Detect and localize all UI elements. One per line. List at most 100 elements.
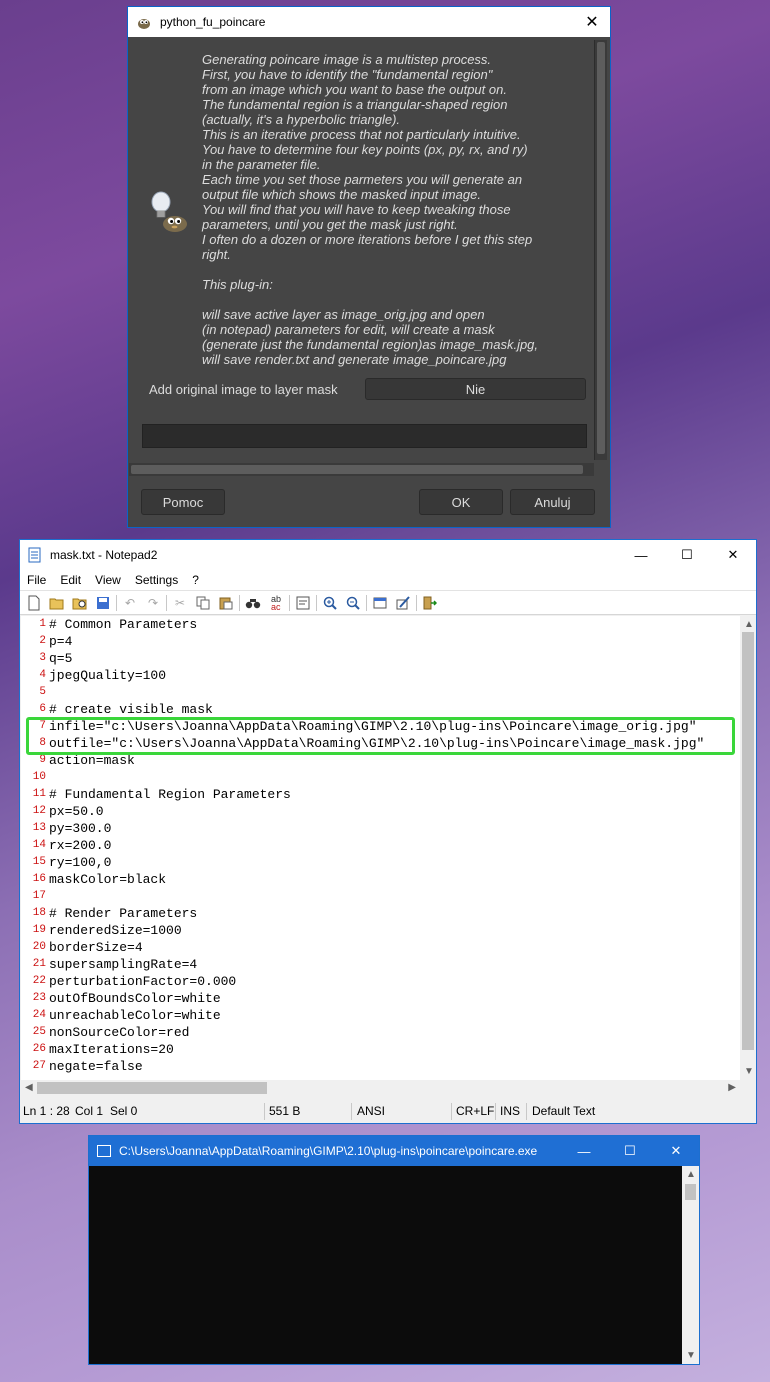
gimp-dialog-content: Generating poincare image is a multistep…	[129, 38, 594, 462]
code-line[interactable]: 10	[21, 769, 740, 786]
line-number: 13	[32, 822, 46, 834]
line-number: 16	[32, 873, 46, 885]
editor-vertical-scrollbar[interactable]: ▲ ▼	[740, 616, 756, 1080]
text-editor-area[interactable]: 1 # Common Parameters 2 p=4 3 q=5 4 jpegQuality…	[21, 616, 740, 1080]
code-line[interactable]: 11 # Fundamental Region Parameters	[21, 786, 740, 803]
line-text: ry=100,0	[49, 855, 112, 870]
line-text: maxIterations=20	[49, 1042, 174, 1057]
paste-icon[interactable]	[216, 594, 236, 612]
code-line[interactable]: 18 # Render Parameters	[21, 905, 740, 922]
customize-icon[interactable]	[393, 594, 413, 612]
code-line[interactable]: 27 negate=false	[21, 1058, 740, 1075]
menu-help[interactable]: ?	[185, 573, 206, 587]
notepad2-titlebar[interactable]: mask.txt - Notepad2 — ☐ ✕	[20, 540, 756, 570]
word-wrap-icon[interactable]	[293, 594, 313, 612]
maximize-icon[interactable]: ☐	[664, 540, 710, 570]
gimp-vertical-scrollbar[interactable]	[594, 40, 607, 460]
redo-icon[interactable]: ↷	[143, 594, 163, 612]
line-text: maskColor=black	[49, 872, 167, 887]
code-line[interactable]: 1 # Common Parameters	[21, 616, 740, 633]
line-number: 10	[32, 771, 46, 783]
line-number: 22	[32, 975, 46, 987]
open-icon[interactable]	[47, 594, 67, 612]
close-icon[interactable]: ✕	[574, 7, 610, 37]
code-line[interactable]: 26 maxIterations=20	[21, 1041, 740, 1058]
gimp-titlebar[interactable]: python_fu_poincare ✕	[128, 7, 610, 37]
menu-view[interactable]: View	[88, 573, 128, 587]
code-line[interactable]: 5	[21, 684, 740, 701]
code-line[interactable]: 16 maskColor=black	[21, 871, 740, 888]
save-icon[interactable]	[93, 594, 113, 612]
notepad2-toolbar: ↶ ↷ ✂ ab ac	[20, 591, 756, 615]
minimize-icon[interactable]: —	[618, 540, 664, 570]
maximize-icon[interactable]: ☐	[607, 1136, 653, 1166]
minimize-icon[interactable]: —	[561, 1136, 607, 1166]
code-line[interactable]: 23 outOfBoundsColor=white	[21, 990, 740, 1007]
line-number: 6	[39, 703, 46, 715]
new-icon[interactable]	[24, 594, 44, 612]
line-text: rx=200.0	[49, 838, 112, 853]
line-text: # Render Parameters	[49, 906, 198, 921]
line-number: 18	[32, 907, 46, 919]
zoom-out-icon[interactable]	[343, 594, 363, 612]
plugin-description: Generating poincare image is a multistep…	[202, 52, 539, 367]
code-line[interactable]: 14 rx=200.0	[21, 837, 740, 854]
code-line[interactable]: 20 borderSize=4	[21, 939, 740, 956]
line-number: 1	[39, 618, 46, 630]
line-number: 5	[39, 686, 46, 698]
exit-icon[interactable]	[420, 594, 440, 612]
gimp-horizontal-scrollbar[interactable]	[129, 463, 594, 476]
code-line[interactable]: 22 perturbationFactor=0.000	[21, 973, 740, 990]
code-line[interactable]: 17	[21, 888, 740, 905]
console-scrollbar[interactable]: ▲ ▼	[682, 1166, 699, 1364]
help-button[interactable]: Pomoc	[141, 489, 225, 515]
code-line[interactable]: 13 py=300.0	[21, 820, 740, 837]
browse-icon[interactable]	[70, 594, 90, 612]
editor-horizontal-scrollbar[interactable]: ◀ ▶	[21, 1080, 740, 1096]
line-number: 12	[32, 805, 46, 817]
find-icon[interactable]	[243, 594, 263, 612]
ok-button[interactable]: OK	[419, 489, 503, 515]
menu-edit[interactable]: Edit	[53, 573, 88, 587]
cancel-button[interactable]: Anuluj	[510, 489, 595, 515]
notepad2-icon	[28, 547, 41, 563]
line-text: perturbationFactor=0.000	[49, 974, 237, 989]
zoom-in-icon[interactable]	[320, 594, 340, 612]
code-line[interactable]: 21 supersamplingRate=4	[21, 956, 740, 973]
menu-settings[interactable]: Settings	[128, 573, 185, 587]
line-number: 15	[32, 856, 46, 868]
code-line[interactable]: 2 p=4	[21, 633, 740, 650]
console-titlebar[interactable]: C:\Users\Joanna\AppData\Roaming\GIMP\2.1…	[89, 1136, 699, 1166]
status-line-ending: CR+LF	[456, 1104, 495, 1118]
code-line[interactable]: 25 nonSourceColor=red	[21, 1024, 740, 1041]
code-line[interactable]: 24 unreachableColor=white	[21, 1007, 740, 1024]
status-selection: Sel 0	[110, 1104, 138, 1118]
code-line[interactable]: 6 # create visible mask	[21, 701, 740, 718]
code-line[interactable]: 12 px=50.0	[21, 803, 740, 820]
line-text: nonSourceColor=red	[49, 1025, 190, 1040]
line-text: negate=false	[49, 1059, 143, 1074]
code-line[interactable]: 19 renderedSize=1000	[21, 922, 740, 939]
gimp-dialog-title: python_fu_poincare	[160, 15, 266, 29]
cut-icon[interactable]: ✂	[170, 594, 190, 612]
line-text: outOfBoundsColor=white	[49, 991, 221, 1006]
undo-icon[interactable]: ↶	[120, 594, 140, 612]
line-text: renderedSize=1000	[49, 923, 182, 938]
scheme-icon[interactable]	[370, 594, 390, 612]
console-title: C:\Users\Joanna\AppData\Roaming\GIMP\2.1…	[119, 1144, 538, 1158]
notepad2-window: mask.txt - Notepad2 — ☐ ✕ File Edit View…	[19, 539, 757, 1124]
close-icon[interactable]: ✕	[653, 1136, 699, 1166]
replace-icon[interactable]: ab ac	[266, 594, 286, 612]
menu-file[interactable]: File	[20, 573, 53, 587]
mask-option-dropdown[interactable]: Nie	[365, 378, 586, 400]
close-icon[interactable]: ✕	[710, 540, 756, 570]
status-column: Col 1	[75, 1104, 104, 1118]
code-line[interactable]: 15 ry=100,0	[21, 854, 740, 871]
notepad2-menubar: File Edit View Settings ?	[20, 570, 756, 591]
copy-icon[interactable]	[193, 594, 213, 612]
code-line[interactable]: 4 jpegQuality=100	[21, 667, 740, 684]
line-number: 4	[39, 669, 46, 681]
console-icon	[97, 1145, 111, 1157]
code-line[interactable]: 3 q=5	[21, 650, 740, 667]
progress-bar	[142, 424, 587, 448]
